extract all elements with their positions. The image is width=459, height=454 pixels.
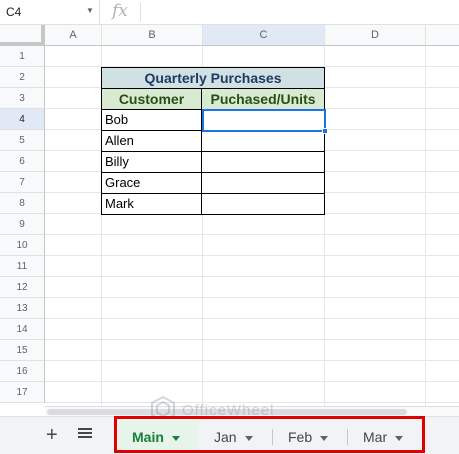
active-cell-selection[interactable] bbox=[202, 109, 326, 132]
row-header-11[interactable]: 11 bbox=[0, 256, 45, 277]
row-header-6[interactable]: 6 bbox=[0, 151, 45, 172]
row-header-1[interactable]: 1 bbox=[0, 46, 45, 67]
row-header-4[interactable]: 4 bbox=[0, 109, 45, 130]
sheet-tab-label: Mar bbox=[363, 429, 388, 445]
chevron-down-icon[interactable]: ▼ bbox=[86, 6, 94, 15]
sheet-tab-label: Feb bbox=[288, 429, 313, 445]
tab-separator bbox=[347, 429, 348, 445]
tab-separator bbox=[272, 429, 273, 445]
row-gridline bbox=[45, 339, 459, 340]
table-cell-customer[interactable]: Grace bbox=[101, 173, 202, 194]
row-header-16[interactable]: 16 bbox=[0, 361, 45, 382]
row-gridline bbox=[45, 297, 459, 298]
sheet-tab-label: Main bbox=[132, 429, 164, 445]
column-gridline bbox=[425, 46, 426, 406]
row-header-3[interactable]: 3 bbox=[0, 88, 45, 109]
tab-menu-caret-icon[interactable] bbox=[244, 435, 253, 441]
row-header-13[interactable]: 13 bbox=[0, 298, 45, 319]
spreadsheet-grid[interactable]: A B C D 1 2 3 4 5 6 7 8 9 10 11 12 13 14 15 16 17 Quarte… bbox=[0, 25, 459, 406]
header-customer[interactable]: Customer bbox=[101, 89, 202, 110]
row-header-14[interactable]: 14 bbox=[0, 319, 45, 340]
row-gridline bbox=[45, 381, 459, 382]
add-sheet-icon[interactable]: + bbox=[46, 425, 58, 445]
column-header-c[interactable]: C bbox=[203, 25, 325, 46]
row-gridline bbox=[45, 276, 459, 277]
row-gridline bbox=[45, 255, 459, 256]
all-sheets-icon[interactable] bbox=[78, 428, 92, 440]
formula-divider bbox=[140, 3, 141, 21]
sheet-tab-label: Jan bbox=[214, 429, 237, 445]
header-purchased-units[interactable]: Puchased/Units bbox=[202, 89, 325, 110]
tab-menu-caret-icon[interactable] bbox=[320, 435, 329, 441]
row-gridline bbox=[45, 234, 459, 235]
row-header-12[interactable]: 12 bbox=[0, 277, 45, 298]
row-header-10[interactable]: 10 bbox=[0, 235, 45, 256]
formula-bar: C4 ▼ fx bbox=[0, 0, 459, 25]
sheet-tab-feb[interactable]: Feb bbox=[274, 421, 346, 453]
table-cell-units[interactable] bbox=[202, 152, 325, 173]
tab-menu-caret-icon[interactable] bbox=[395, 435, 404, 441]
fx-icon: fx bbox=[112, 1, 128, 21]
table-cell-units[interactable] bbox=[202, 173, 325, 194]
row-header-7[interactable]: 7 bbox=[0, 172, 45, 193]
row-gridline bbox=[45, 360, 459, 361]
cell-area[interactable]: Quarterly Purchases Customer Puchased/Un… bbox=[45, 46, 459, 406]
column-header-a[interactable]: A bbox=[45, 25, 102, 46]
name-box[interactable]: C4 ▼ bbox=[0, 0, 100, 24]
select-all-corner[interactable] bbox=[0, 25, 45, 46]
column-header-e[interactable] bbox=[426, 25, 459, 46]
fill-handle[interactable] bbox=[322, 128, 328, 134]
row-header-9[interactable]: 9 bbox=[0, 214, 45, 235]
row-header-5[interactable]: 5 bbox=[0, 130, 45, 151]
table-cell-units[interactable] bbox=[202, 194, 325, 215]
sheet-tab-bar: + Main Jan Feb Mar bbox=[0, 416, 459, 454]
table-cell-customer[interactable]: Allen bbox=[101, 131, 202, 152]
name-box-value: C4 bbox=[6, 5, 22, 19]
table-cell-customer[interactable]: Mark bbox=[101, 194, 202, 215]
column-header-b[interactable]: B bbox=[102, 25, 203, 46]
table-title[interactable]: Quarterly Purchases bbox=[101, 67, 325, 89]
row-header-8[interactable]: 8 bbox=[0, 193, 45, 214]
tab-menu-caret-icon[interactable] bbox=[171, 435, 180, 441]
sheet-tab-main[interactable]: Main bbox=[118, 421, 198, 453]
table-cell-customer[interactable]: Billy bbox=[101, 152, 202, 173]
column-header-d[interactable]: D bbox=[325, 25, 426, 46]
table-cell-customer[interactable]: Bob bbox=[101, 110, 202, 131]
row-header-15[interactable]: 15 bbox=[0, 340, 45, 361]
row-gridline bbox=[45, 318, 459, 319]
row-header-2[interactable]: 2 bbox=[0, 67, 45, 88]
sheet-tab-jan[interactable]: Jan bbox=[200, 421, 272, 453]
sheet-tab-mar[interactable]: Mar bbox=[349, 421, 423, 453]
row-header-17[interactable]: 17 bbox=[0, 382, 45, 403]
table-cell-units[interactable] bbox=[202, 131, 325, 152]
